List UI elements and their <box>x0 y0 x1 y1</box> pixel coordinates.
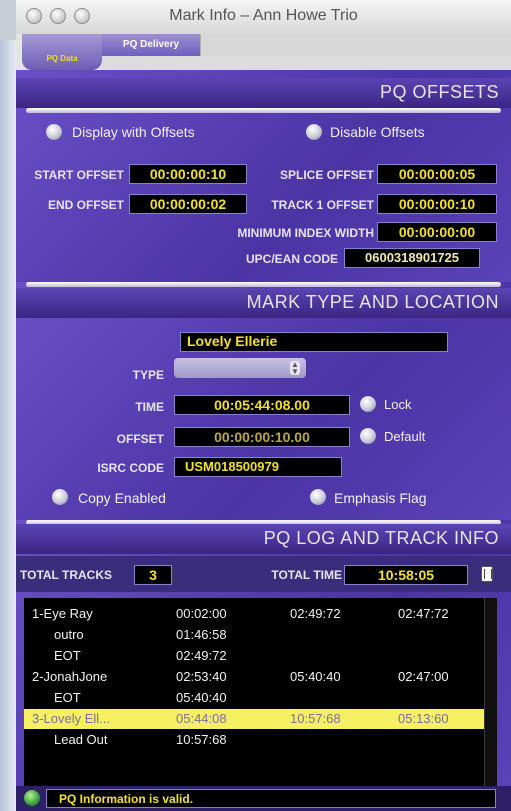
log-cell-col2: 02:53:40 <box>176 669 227 684</box>
log-cell-col2: 00:02:00 <box>176 606 227 621</box>
start-offset-label: START OFFSET <box>34 168 124 182</box>
mark-type-panel: MARK TYPE AND LOCATION Lovely Ellerie TY… <box>16 282 511 522</box>
end-offset-field[interactable]: 00:00:00:02 <box>129 194 247 214</box>
emphasis-flag-radio[interactable] <box>310 489 326 505</box>
isrc-code-field[interactable]: USM018500979 <box>174 457 342 477</box>
status-box: PQ Information is valid. <box>46 789 496 808</box>
background-sidebar <box>0 40 16 811</box>
total-tracks-field: 3 <box>134 565 172 585</box>
tab-bar: PQ Delivery PQ Data <box>16 34 511 70</box>
pq-log-title: PQ LOG AND TRACK INFO <box>263 528 499 548</box>
log-cell-col2: 05:44:08 <box>176 711 227 726</box>
status-led-icon <box>24 790 40 806</box>
end-offset-label: END OFFSET <box>47 198 124 212</box>
tab-bar-strip <box>102 56 511 70</box>
offset-field[interactable]: 00:00:00:10.00 <box>174 427 350 447</box>
mark-name-field[interactable]: Lovely Ellerie <box>180 332 448 352</box>
copy-enabled-label: Copy Enabled <box>78 490 166 506</box>
log-cell-col1: EOT <box>54 648 81 663</box>
min-index-width-label: MINIMUM INDEX WIDTH <box>237 226 374 240</box>
log-cell-col1: 2-JonahJone <box>32 669 108 684</box>
tab-pq-data[interactable]: PQ Data <box>22 34 102 70</box>
tab-empty <box>200 34 511 56</box>
default-radio[interactable] <box>360 428 376 444</box>
log-cell-col4: 02:47:00 <box>398 669 449 684</box>
title-bar: Mark Info – Ann Howe Trio <box>16 0 511 35</box>
log-cell-col2: 02:49:72 <box>176 648 227 663</box>
upc-ean-field[interactable]: 0600318901725 <box>344 248 480 268</box>
table-row[interactable]: 1-Eye Ray 00:02:00 02:49:72 02:47:72 <box>24 604 484 624</box>
copy-enabled-radio[interactable] <box>52 489 68 505</box>
table-row[interactable]: 2-JonahJone 02:53:40 05:40:40 02:47:00 <box>24 667 484 687</box>
pq-log-header: PQ LOG AND TRACK INFO <box>16 524 511 554</box>
display-with-offsets-label: Display with Offsets <box>72 124 195 140</box>
table-row[interactable]: 3-Lovely Ell... 05:44:08 10:57:68 05:13:60 <box>24 709 484 729</box>
status-bar: PQ Information is valid. <box>16 786 511 811</box>
lock-radio[interactable] <box>360 396 376 412</box>
offset-label: OFFSET <box>116 432 164 446</box>
pq-offsets-header: PQ OFFSETS <box>16 78 511 108</box>
disable-offsets-label: Disable Offsets <box>330 124 425 140</box>
total-time-field: 10:58:05 <box>344 565 468 585</box>
log-cell-col3: 05:40:40 <box>290 669 341 684</box>
table-row[interactable]: Lead Out 10:57:68 <box>24 730 484 750</box>
log-cell-col1: 1-Eye Ray <box>32 606 93 621</box>
default-label: Default <box>384 429 426 444</box>
log-cell-col2: 05:40:40 <box>176 690 227 705</box>
isrc-code-label: ISRC CODE <box>97 461 164 475</box>
display-with-offsets-radio[interactable] <box>46 124 62 140</box>
time-label: TIME <box>135 400 164 414</box>
tab-pq-data-label: PQ Data <box>46 54 78 63</box>
log-cell-col1: Lead Out <box>54 732 108 747</box>
type-stepper-icon[interactable]: ▲ ▼ <box>290 361 300 376</box>
log-cell-col1: 3-Lovely Ell... <box>32 711 111 726</box>
splice-offset-field[interactable]: 00:00:00:05 <box>377 164 497 184</box>
log-cell-col1: EOT <box>54 690 81 705</box>
disable-offsets-radio[interactable] <box>306 124 322 140</box>
table-row[interactable]: EOT 02:49:72 <box>24 646 484 666</box>
table-row[interactable]: outro 01:46:58 <box>24 625 484 645</box>
mark-type-title: MARK TYPE AND LOCATION <box>246 292 499 312</box>
window-title: Mark Info – Ann Howe Trio <box>169 7 358 24</box>
emphasis-flag-label: Emphasis Flag <box>334 490 427 506</box>
splice-offset-label: SPLICE OFFSET <box>279 168 374 182</box>
start-offset-field[interactable]: 00:00:00:10 <box>129 164 247 184</box>
pq-offsets-title: PQ OFFSETS <box>379 82 499 102</box>
log-cell-col3: 02:49:72 <box>290 606 341 621</box>
total-tracks-label: TOTAL TRACKS <box>20 568 112 582</box>
track1-offset-field[interactable]: 00:00:00:10 <box>377 194 497 214</box>
min-index-width-field[interactable]: 00:00:00:00 <box>377 222 497 242</box>
section-divider <box>26 282 501 287</box>
status-message: PQ Information is valid. <box>59 792 194 806</box>
log-cell-col2: 01:46:58 <box>176 627 227 642</box>
type-label: TYPE <box>132 368 164 382</box>
pq-offsets-panel: PQ OFFSETS Display with Offsets Disable … <box>16 70 511 282</box>
mark-type-header: MARK TYPE AND LOCATION <box>16 288 511 318</box>
total-time-label: TOTAL TIME <box>271 568 342 582</box>
upc-ean-label: UPC/EAN CODE <box>245 252 338 266</box>
log-cell-col1: outro <box>54 627 84 642</box>
section-divider <box>26 108 501 113</box>
tab-pq-delivery[interactable]: PQ Delivery <box>102 34 200 56</box>
track1-offset-label: TRACK 1 OFFSET <box>271 198 374 212</box>
mark-info-window: Mark Info – Ann Howe Trio PQ Delivery PQ… <box>16 0 511 811</box>
log-scrollbar[interactable] <box>484 598 497 786</box>
log-cell-col3: 10:57:68 <box>290 711 341 726</box>
table-row[interactable]: EOT 05:40:40 <box>24 688 484 708</box>
type-select[interactable]: ▲ ▼ <box>174 358 306 378</box>
log-cell-col2: 10:57:68 <box>176 732 227 747</box>
log-cell-col4: 05:13:60 <box>398 711 449 726</box>
pq-log-table[interactable]: 1-Eye Ray 00:02:00 02:49:72 02:47:72 outro 01… <box>24 598 484 786</box>
log-cell-col4: 02:47:72 <box>398 606 449 621</box>
lock-label: Lock <box>384 397 412 412</box>
time-field[interactable]: 00:05:44:08.00 <box>174 395 350 415</box>
trash-icon[interactable] <box>481 566 493 582</box>
